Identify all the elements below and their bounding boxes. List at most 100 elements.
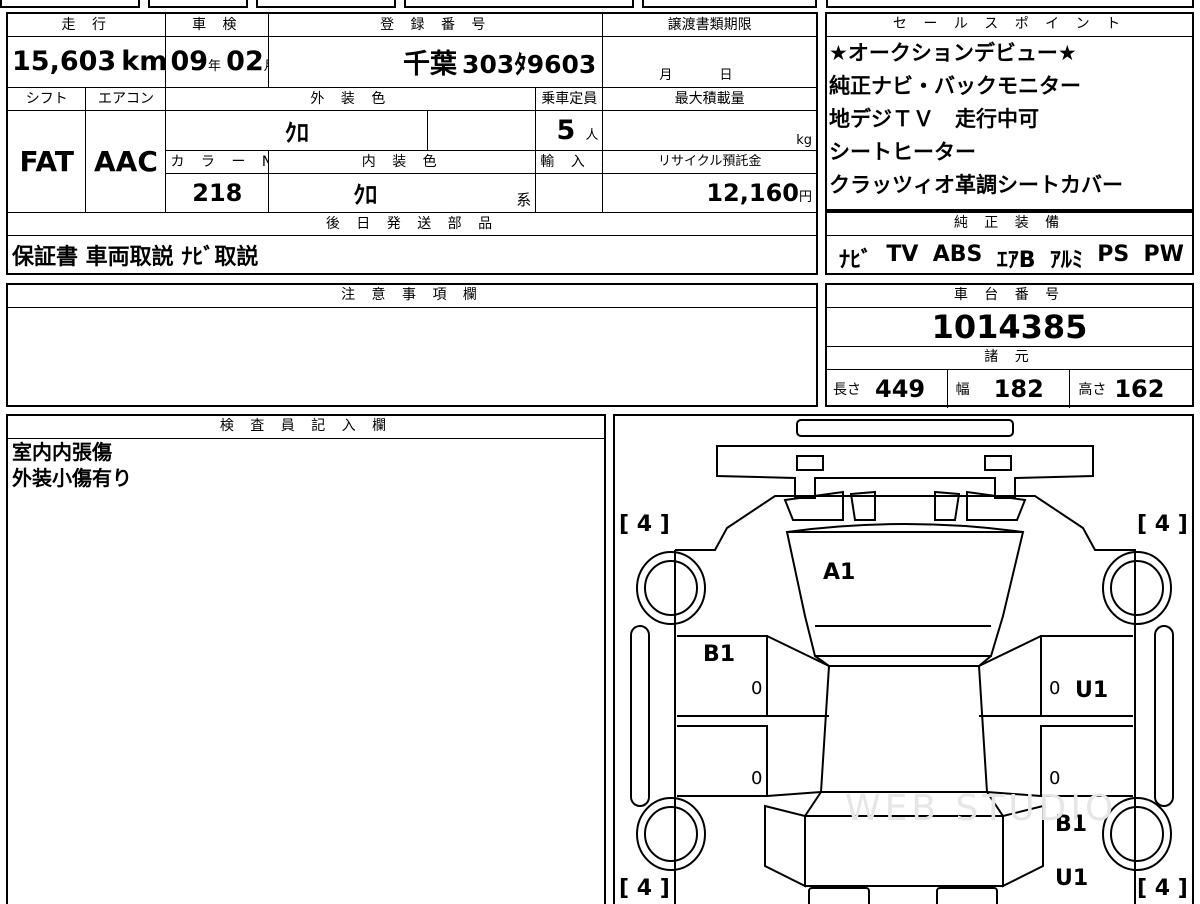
chassis-box: 車 台 番 号 1014385 諸 元 長さ 449 幅 182 高さ 162	[825, 283, 1194, 408]
color-no-label: カ ラ ー No.	[165, 149, 270, 175]
equipment-item: ABS	[932, 242, 983, 267]
equipment-list: ﾅﾋﾞ TV ABS ｴｱB ｱﾙﾐ PS PW	[827, 236, 1192, 274]
sales-points-box: セ ー ル ス ポ イ ン ト ★オークションデビュー★ 純正ナビ・バックモニタ…	[825, 12, 1194, 211]
tire-bracket-front-left: [ 4 ]	[619, 512, 670, 537]
aircon-label: エアコン	[85, 87, 167, 112]
sales-points-label: セ ー ル ス ポ イ ン ト	[827, 14, 1192, 37]
recycle-unit: 円	[798, 189, 812, 205]
inspector-line-1: 室内内張傷	[12, 440, 112, 464]
import-cell	[535, 173, 604, 213]
sales-line-3: 地デジＴＶ 走行中可	[829, 107, 1039, 131]
deadline-month-unit: 月	[659, 68, 673, 84]
width-value: 182	[993, 375, 1044, 403]
aircon-cell: AAC	[85, 110, 167, 213]
zero-mark: 0	[751, 678, 763, 699]
shift-cell: FAT	[6, 110, 87, 213]
caution-box: 注 意 事 項 欄	[6, 283, 818, 407]
recycle-label: リサイクル預託金	[602, 149, 818, 175]
capacity-label: 乗車定員	[535, 87, 604, 112]
import-label: 輸 入 車	[535, 149, 604, 175]
exterior-color-label: 外 装 色	[165, 87, 537, 112]
capacity-unit: 人	[585, 128, 599, 144]
zero-mark: 0	[1049, 768, 1061, 789]
inspection-month-unit: 月	[264, 59, 268, 74]
specs-label: 諸 元	[827, 347, 1192, 370]
width-label: 幅	[955, 382, 970, 398]
width-cell: 幅 182	[948, 370, 1071, 408]
interior-color-suffix: 系	[516, 190, 532, 209]
inspector-label: 検 査 員 記 入 欄	[8, 416, 604, 439]
equipment-box: 純 正 装 備 ﾅﾋﾞ TV ABS ｴｱB ｱﾙﾐ PS PW	[825, 211, 1194, 275]
reg-kana: ﾀ	[514, 50, 527, 80]
tire-bracket-rear-right: [ 4 ]	[1137, 876, 1188, 901]
interior-color-value: ｸﾛ	[353, 181, 378, 210]
max-load-cell: kg	[602, 110, 818, 151]
sales-line-2: 純正ナビ・バックモニター	[829, 74, 1081, 98]
equipment-item: ｱﾙﾐ	[1049, 248, 1083, 273]
length-cell: 長さ 449	[827, 370, 948, 408]
shift-label: シフト	[6, 87, 87, 112]
inspector-box: 検 査 員 記 入 欄 室内内張傷 外装小傷有り	[6, 414, 606, 904]
inspector-line-2: 外装小傷有り	[12, 466, 132, 490]
registration-cell: 千葉 303ﾀ9603	[268, 35, 604, 89]
exterior-color-extra	[427, 110, 537, 151]
watermark: WEB STUDIO	[845, 788, 1118, 829]
inspection-year-unit: 年	[208, 59, 222, 75]
interior-color-label: 内 装 色	[268, 149, 537, 175]
interior-color-cell: ｸﾛ 系	[268, 173, 537, 213]
chassis-number: 1014385	[827, 308, 1192, 347]
sales-line-1: ★オークションデビュー★	[829, 41, 1077, 65]
inspection-month: 02	[226, 46, 264, 78]
exterior-color-value: ｸﾛ	[284, 119, 309, 148]
registration-label: 登 録 番 号	[268, 12, 604, 37]
exterior-color-cell: ｸﾛ	[165, 110, 429, 151]
reg-region: 千葉	[402, 49, 457, 81]
mileage-value: 15,603	[12, 46, 117, 78]
car-diagram	[630, 419, 1174, 904]
zero-mark: 0	[751, 768, 763, 789]
mileage-unit: km	[121, 46, 166, 78]
transfer-deadline-label: 譲渡書類期限	[602, 12, 818, 37]
inspection-cell: 09年 02月	[165, 35, 270, 89]
color-no-value: 218	[192, 178, 243, 207]
equipment-item: ｴｱB	[996, 248, 1036, 273]
caution-label: 注 意 事 項 欄	[8, 285, 816, 308]
specs-row: 長さ 449 幅 182 高さ 162	[827, 370, 1192, 408]
aircon-value: AAC	[94, 145, 158, 179]
sales-line-5: クラッツィオ革調シートカバー	[829, 173, 1123, 197]
caution-text	[8, 308, 816, 316]
later-parts-cell: 保証書 車両取説 ﾅﾋﾞ取説	[6, 235, 818, 275]
tire-bracket-value: 4	[1154, 512, 1171, 537]
mark-right-rear-lower: U1	[1055, 866, 1089, 891]
reg-number: 9603	[526, 50, 597, 80]
mileage-cell: 15,603 km	[6, 35, 167, 89]
mark-right-front-door: U1	[1075, 678, 1109, 703]
mark-left-front-door: B1	[703, 642, 736, 667]
recycle-cell: 12,160円	[602, 173, 818, 213]
transfer-deadline-cell: 月 日	[602, 35, 818, 89]
recycle-value: 12,160	[706, 178, 799, 207]
color-no-cell: 218	[165, 173, 270, 213]
equipment-item: PW	[1143, 242, 1184, 267]
max-load-label: 最大積載量	[602, 87, 818, 112]
tire-bracket-rear-left: [ 4 ]	[619, 876, 670, 901]
height-value: 162	[1114, 375, 1165, 403]
deadline-day-unit: 日	[719, 68, 733, 84]
equipment-item: ﾅﾋﾞ	[839, 248, 873, 273]
sales-line-4: シートヒーター	[829, 140, 976, 164]
inspection-label: 車 検	[165, 12, 270, 37]
equipment-label: 純 正 装 備	[827, 213, 1192, 236]
shift-value: FAT	[19, 145, 74, 179]
chassis-label: 車 台 番 号	[827, 285, 1192, 308]
mark-windshield: A1	[823, 560, 856, 585]
vehicle-info-table: 走 行 車 検 登 録 番 号 譲渡書類期限 15,603 km 09年 02月…	[6, 12, 818, 275]
tire-bracket-front-right: [ 4 ]	[1137, 512, 1188, 537]
tire-bracket-value: 4	[1154, 876, 1171, 901]
zero-mark: 0	[1049, 678, 1061, 699]
length-label: 長さ	[833, 382, 861, 398]
max-load-unit: kg	[796, 132, 812, 148]
length-value: 449	[875, 375, 926, 403]
tire-bracket-value: 4	[636, 876, 653, 901]
height-cell: 高さ 162	[1070, 370, 1192, 408]
capacity-cell: 5人	[535, 110, 604, 151]
